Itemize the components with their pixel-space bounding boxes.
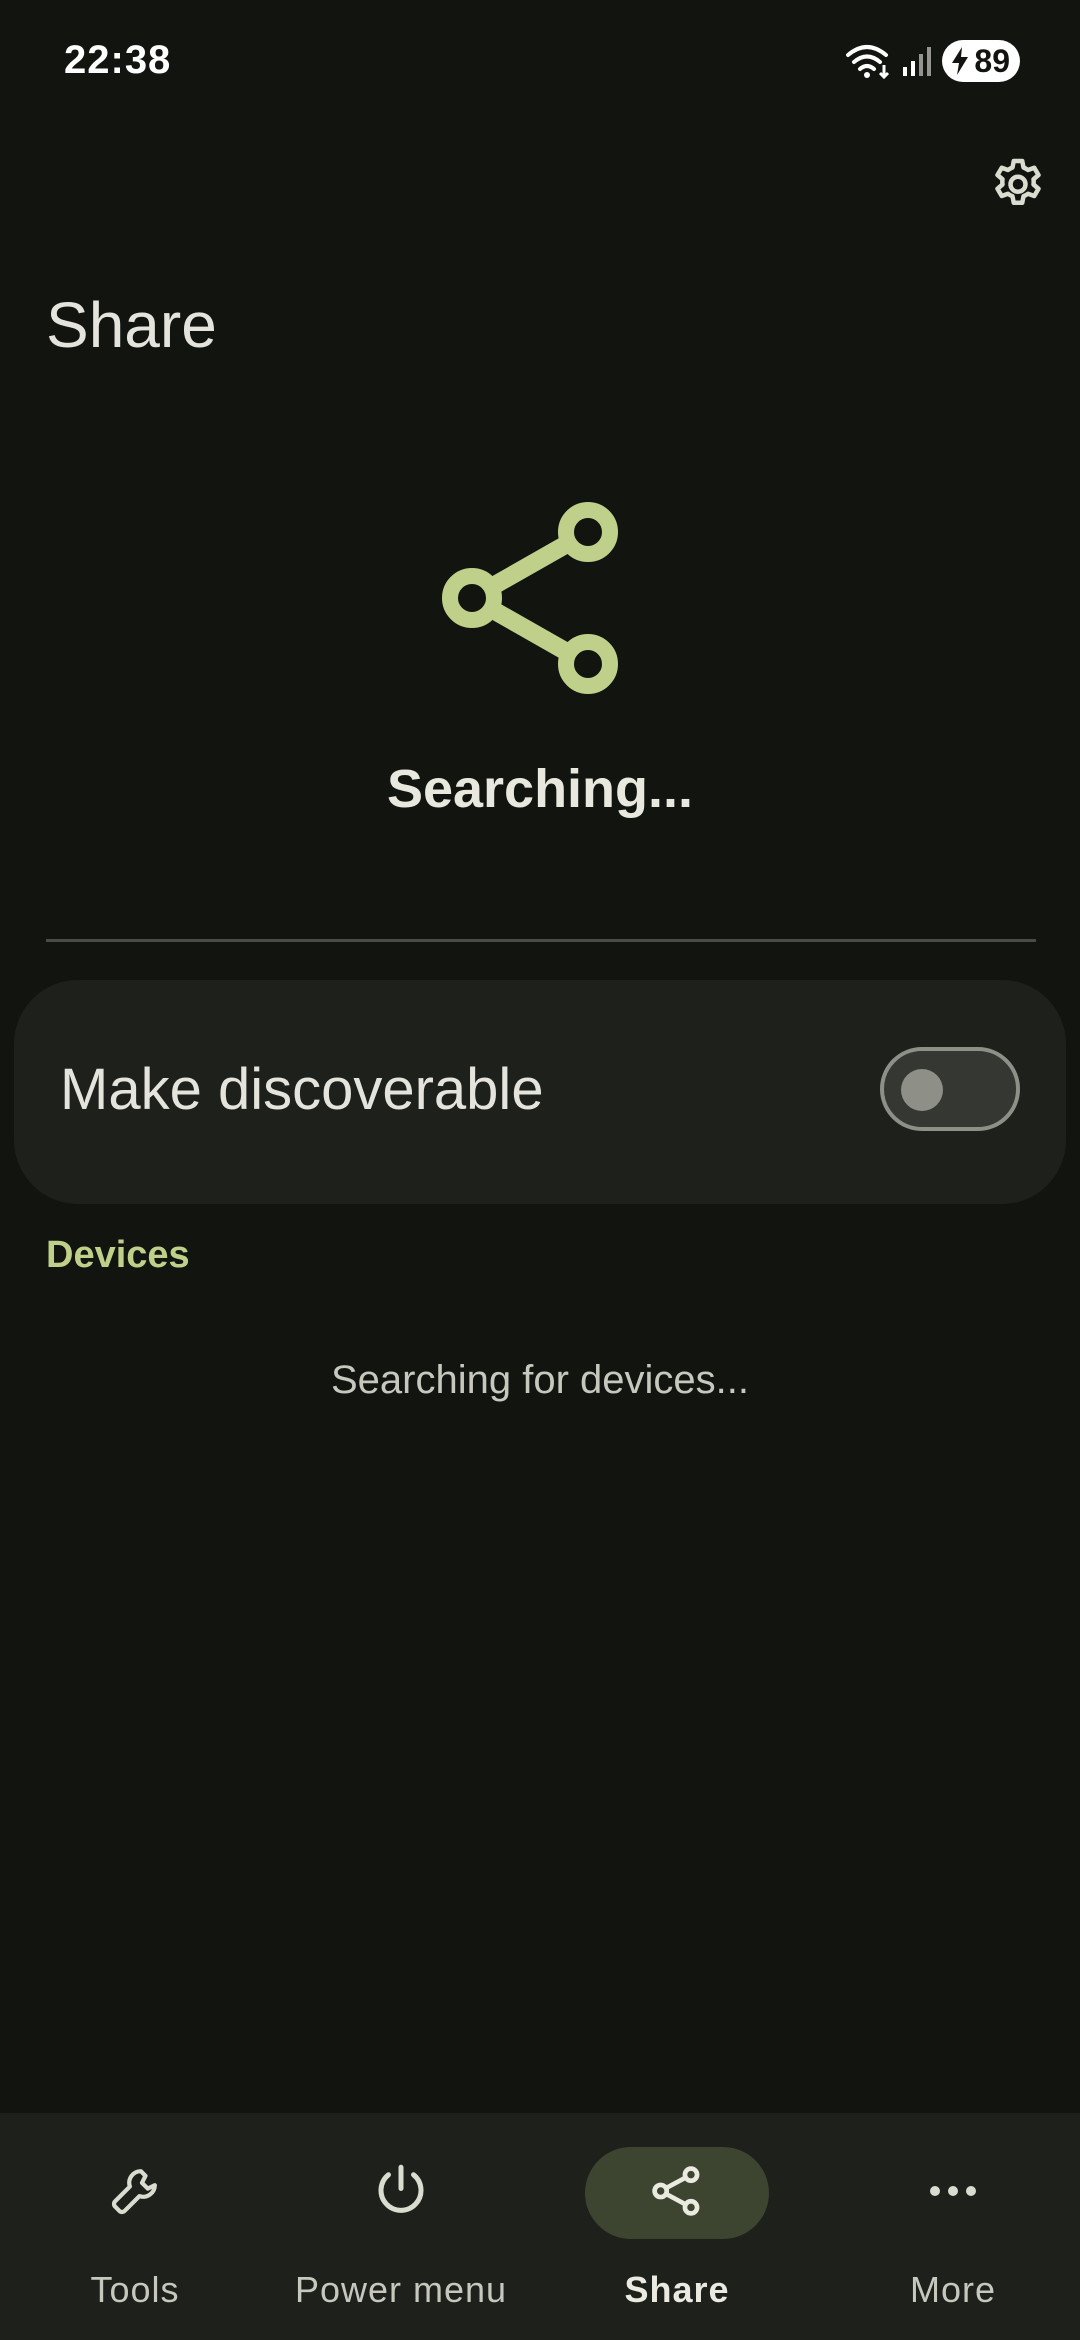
nav-label: Power menu: [294, 2269, 508, 2310]
make-discoverable-row[interactable]: Make discoverable: [14, 980, 1066, 1204]
gear-icon: [988, 156, 1048, 221]
toggle-knob: [901, 1069, 943, 1111]
power-icon: [371, 2161, 431, 2226]
settings-button[interactable]: [982, 152, 1054, 224]
nav-pill-active: [585, 2147, 769, 2239]
nav-item-tools[interactable]: Tools: [0, 2113, 270, 2340]
share-icon: [440, 498, 620, 698]
wifi-icon: [846, 43, 892, 79]
searching-devices-text: Searching for devices...: [331, 1358, 749, 1402]
nav-item-power-menu[interactable]: Power menu: [266, 2113, 536, 2340]
nav-item-share[interactable]: Share: [542, 2113, 812, 2340]
nav-label: More: [909, 2269, 997, 2310]
status-time: 22:38: [64, 38, 172, 82]
status-bar: 22:38 89: [0, 0, 1080, 130]
more-horizontal-icon: [925, 2181, 981, 2206]
bottom-navigation: Tools Power menu Share More: [0, 2113, 1080, 2340]
page-title: Share: [46, 289, 217, 361]
status-icons: 89: [846, 40, 1020, 82]
battery-indicator: 89: [942, 40, 1020, 82]
cellular-signal-icon: [902, 45, 932, 77]
divider: [46, 939, 1036, 942]
nav-label: Tools: [90, 2269, 180, 2310]
make-discoverable-label: Make discoverable: [60, 1057, 544, 1122]
share-screen: 22:38 89 Share Searching... Make discove…: [0, 0, 1080, 2340]
charging-icon: [950, 46, 970, 76]
nav-pill: [309, 2147, 493, 2239]
nav-pill: [861, 2147, 1045, 2239]
nav-pill: [43, 2147, 227, 2239]
make-discoverable-toggle[interactable]: [880, 1047, 1020, 1131]
battery-level: 89: [974, 43, 1010, 79]
wrench-icon: [107, 2163, 163, 2224]
devices-section-header: Devices: [46, 1234, 190, 1276]
share-icon: [649, 2163, 705, 2224]
nav-label: Share: [624, 2269, 730, 2310]
searching-status: Searching...: [386, 759, 694, 819]
nav-item-more[interactable]: More: [818, 2113, 1080, 2340]
